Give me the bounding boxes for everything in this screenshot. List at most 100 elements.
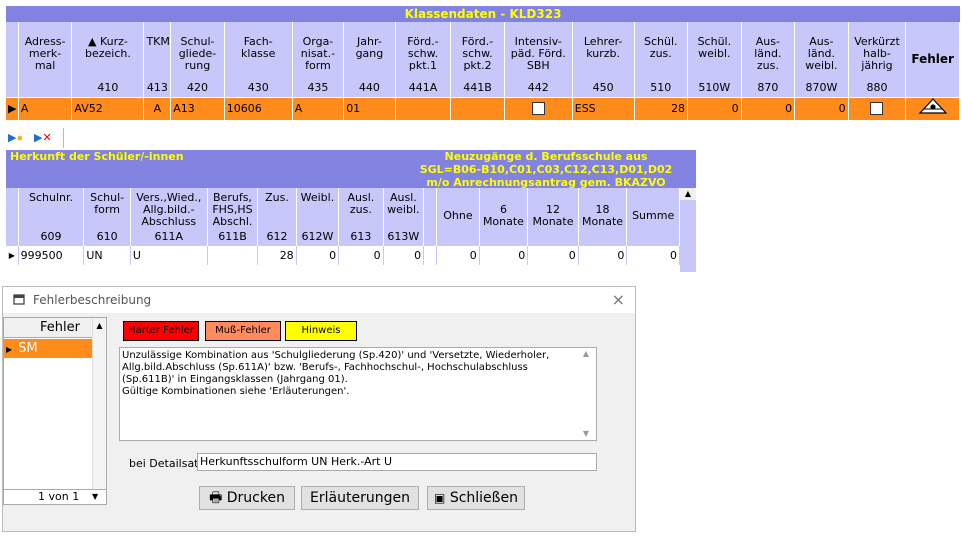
window-title: Fehlerbeschreibung [33, 293, 152, 307]
cell-kurzbezeich[interactable]: AV52 [71, 96, 145, 120]
scroll-up-icon[interactable]: ▲ [93, 319, 106, 333]
cell-fehler[interactable] [905, 96, 960, 120]
description-scrollbar[interactable]: ▲ ▼ [577, 348, 595, 440]
row-selector-arrow-icon[interactable]: ▶ [6, 244, 19, 265]
cell-verkuerzt[interactable] [848, 96, 907, 120]
close-icon[interactable]: × [612, 290, 625, 309]
drucken-label: Drucken [226, 490, 285, 506]
cell-organisationsform[interactable]: A [292, 96, 345, 120]
col-header-ohne[interactable]: Ohne [436, 188, 480, 245]
cell-berufs[interactable] [207, 244, 259, 265]
warning-icon[interactable] [918, 97, 948, 114]
col-header-fachklasse[interactable]: Fach-klasse 430 [224, 22, 293, 97]
col-header-schueler-zus[interactable]: Schül. zus. 510 [634, 22, 689, 97]
col-header-6-monate[interactable]: 6 Monate [479, 188, 529, 245]
error-list-header[interactable]: Fehler [4, 318, 106, 338]
col-label: 12 Monate [532, 203, 574, 229]
schliessen-button[interactable]: ▣ Schließen [427, 486, 525, 510]
cell-ausl-zus[interactable]: 0 [338, 244, 384, 265]
cell-jahrgang[interactable]: 01 [343, 96, 396, 120]
col-header-intensiv[interactable]: Intensiv-päd. Förd. SBH 442 [504, 22, 573, 97]
cell-intensiv[interactable] [504, 96, 573, 120]
cell-weibl[interactable]: 0 [296, 244, 340, 265]
drucken-button[interactable]: 🖶 Drucken [199, 486, 295, 510]
col-header-foerd1[interactable]: Förd.-schw. pkt.1 441A [395, 22, 452, 97]
error-list-header-label: Fehler [40, 320, 80, 335]
chevron-down-icon[interactable]: ▼ [92, 490, 98, 504]
herkunft-scrollbar[interactable]: ▲ [680, 188, 696, 272]
col-header-berufs[interactable]: Berufs, FHS,HS Abschl. 611B [207, 188, 259, 245]
cell-schueler-weibl[interactable]: 0 [687, 96, 742, 120]
col-header-fehler[interactable]: Fehler [905, 22, 960, 97]
col-header-schulform[interactable]: Schul-form 610 [83, 188, 131, 245]
col-header-jahrgang[interactable]: Jahr-gang 440 [343, 22, 396, 97]
col-header-vers[interactable]: Vers.,Wied., Allg.bild.-Abschluss 611A [130, 188, 208, 245]
cell-ohne[interactable]: 0 [436, 244, 480, 265]
row-selector-arrow-icon[interactable]: ▶ [6, 96, 19, 120]
cell-adressmerkmal[interactable]: A [18, 96, 73, 120]
error-list-scrollbar[interactable]: ▲ [92, 319, 106, 503]
col-label: Ausl. zus. [347, 191, 375, 216]
col-header-ausl-weibl[interactable]: Ausl. weibl. 613W [383, 188, 425, 245]
error-description[interactable]: Unzulässige Kombination aus 'Schulgliede… [119, 347, 597, 441]
cell-foerd1[interactable] [395, 96, 452, 120]
col-header-verkuerzt[interactable]: Verkürzt halb-jährig 880 [848, 22, 907, 97]
delete-record-icon[interactable]: ▶✕ [34, 131, 52, 145]
cell-schueler-zus[interactable]: 28 [634, 96, 689, 120]
herkunft-row[interactable]: ▶ 999500 UN U 28 0 0 0 0 0 0 0 0 [6, 244, 680, 265]
col-label: Ohne [443, 209, 473, 223]
printer-icon: 🖶 [209, 490, 223, 506]
cell-schulgliederung[interactable]: A13 [170, 96, 225, 120]
col-header-adressmerkmal[interactable]: Adress-merk-mal [18, 22, 73, 97]
col-header-schueler-weibl[interactable]: Schül. weibl. 510W [687, 22, 742, 97]
cell-12-monate[interactable]: 0 [527, 244, 579, 265]
insert-record-icon[interactable]: ▶✸ [8, 131, 23, 145]
cell-schulform[interactable]: UN [83, 244, 131, 265]
cell-6-monate[interactable]: 0 [479, 244, 529, 265]
cell-ausl-weibl[interactable]: 0 [383, 244, 425, 265]
col-header-18-monate[interactable]: 18 Monate [578, 188, 628, 245]
row-selector-header [6, 22, 19, 97]
col-header-summe[interactable]: Summe [626, 188, 680, 245]
col-header-tkm[interactable]: TKM 413 [143, 22, 172, 97]
col-header-zus[interactable]: Zus. 612 [257, 188, 297, 245]
col-header-schulgliederung[interactable]: Schul-gliede-rung 420 [170, 22, 225, 97]
intensiv-checkbox[interactable] [531, 101, 545, 115]
cell-foerd2[interactable] [450, 96, 505, 120]
erlaeuterungen-button[interactable]: Erläuterungen [301, 486, 419, 510]
scroll-down-icon[interactable]: ▼ [577, 428, 595, 440]
col-label: Aus-länd. weibl. [805, 35, 838, 72]
col-label: Zus. [265, 191, 289, 204]
col-header-weibl[interactable]: Weibl. 612W [296, 188, 340, 245]
col-header-auslaend-zus[interactable]: Aus-länd. zus. 870 [741, 22, 796, 97]
record-navigator[interactable]: 1 von 1 ▼ [3, 489, 107, 505]
cell-lehrer[interactable]: ESS [572, 96, 635, 120]
col-header-schulnr[interactable]: Schulnr. 609 [18, 188, 85, 245]
col-header-ausl-zus[interactable]: Ausl. zus. 613 [338, 188, 384, 245]
error-list-item[interactable]: ▶ SM [4, 339, 92, 358]
col-header-auslaend-weibl[interactable]: Aus-länd. weibl. 870W [794, 22, 849, 97]
cell-fachklasse[interactable]: 10606 [224, 96, 293, 120]
klassendaten-row[interactable]: ▶ A AV52 A A13 10606 A 01 ESS 28 0 0 0 [6, 96, 960, 120]
record-position: 1 von 1 [38, 490, 80, 503]
cell-schulnr[interactable]: 999500 [18, 244, 85, 265]
scroll-up-icon[interactable]: ▲ [680, 188, 696, 200]
klassendaten-grid: Klassendaten - KLD323 Adress-merk-mal ▲ … [6, 6, 960, 120]
verkuerzt-checkbox[interactable] [870, 101, 884, 115]
scroll-up-icon[interactable]: ▲ [577, 348, 595, 360]
col-header-organisationsform[interactable]: Orga-nisat.-form 435 [292, 22, 345, 97]
cell-auslaend-weibl[interactable]: 0 [794, 96, 849, 120]
col-header-kurzbezeich[interactable]: ▲ Kurz-bezeich. 410 [71, 22, 145, 97]
col-num: 611B [218, 229, 247, 243]
cell-zus[interactable]: 28 [257, 244, 297, 265]
cell-summe[interactable]: 0 [626, 244, 680, 265]
cell-tkm[interactable]: A [143, 96, 172, 120]
cell-18-monate[interactable]: 0 [578, 244, 628, 265]
col-num: 442 [527, 80, 549, 94]
col-header-lehrer[interactable]: Lehrer-kurzb. 450 [572, 22, 635, 97]
col-header-foerd2[interactable]: Förd.-schw. pkt.2 441B [450, 22, 505, 97]
detail-field[interactable]: Herkunftsschulform UN Herk.-Art U [197, 453, 597, 471]
cell-auslaend-zus[interactable]: 0 [741, 96, 796, 120]
cell-vers[interactable]: U [130, 244, 208, 265]
col-header-12-monate[interactable]: 12 Monate [527, 188, 579, 245]
